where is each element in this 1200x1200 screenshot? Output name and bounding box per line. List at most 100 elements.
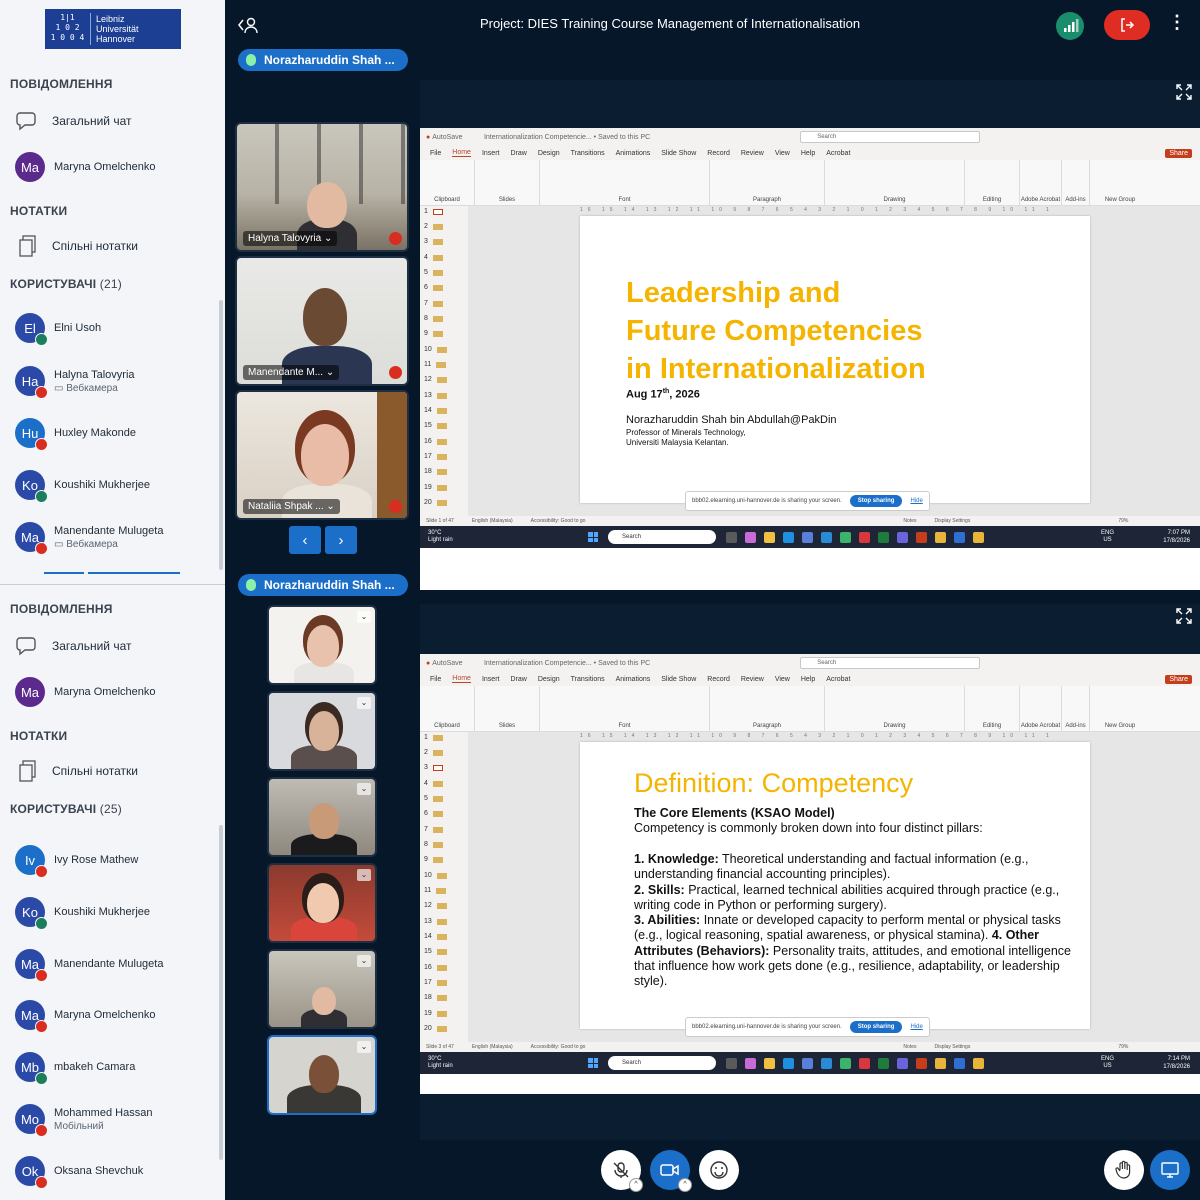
ribbon-group[interactable]: Adobe Acrobat <box>1020 686 1062 731</box>
ppt-tab[interactable]: Help <box>801 150 815 157</box>
hide-banner-link[interactable]: Hide <box>910 498 922 504</box>
windows-start-icon[interactable] <box>588 1058 598 1068</box>
ppt-tab-active[interactable]: Home <box>452 149 471 157</box>
ppt-tab[interactable]: Insert <box>482 676 500 683</box>
language-indicator[interactable]: ENG US <box>1101 1056 1114 1070</box>
tile-menu-button[interactable]: ⌄ <box>357 611 371 623</box>
chrome-icon[interactable] <box>935 1057 946 1069</box>
chrome-icon[interactable] <box>973 1057 984 1069</box>
stop-sharing-button[interactable]: Stop sharing <box>849 1021 903 1033</box>
ribbon-group[interactable]: Clipboard <box>420 686 475 731</box>
connection-status-button[interactable] <box>1056 12 1084 40</box>
camera-button[interactable]: ^ <box>650 1150 692 1192</box>
user-list-item[interactable]: Ko Koushiki Mukherjee <box>10 470 215 503</box>
slide-canvas[interactable]: Definition: Competency The Core Elements… <box>580 742 1090 1029</box>
user-list-item[interactable]: Ha Halyna Talovyria ▭ Вебкамера <box>10 366 215 399</box>
slide-thumbnail[interactable]: 7 <box>424 300 443 307</box>
powerpoint-icon[interactable] <box>916 1057 927 1069</box>
slide-thumbnail[interactable]: 12 <box>424 902 447 909</box>
slide-thumbnail[interactable]: 17 <box>424 979 447 986</box>
ribbon-group[interactable]: Editing <box>965 160 1020 205</box>
slide-thumbnail[interactable]: 16 <box>424 964 447 971</box>
slide-thumbnail[interactable]: 2 <box>424 749 443 756</box>
raise-hand-button[interactable] <box>1104 1150 1144 1190</box>
slide-thumbnail[interactable]: 9 <box>424 330 443 337</box>
chevron-up-icon[interactable]: ^ <box>629 1178 643 1192</box>
slide-thumbnail[interactable]: 14 <box>424 933 447 940</box>
slide-thumbnail[interactable]: 11 <box>424 887 447 894</box>
edge-icon[interactable] <box>783 531 794 543</box>
slide-thumbnail[interactable]: 1 <box>424 208 443 215</box>
ppt-tab[interactable]: Transitions <box>571 676 605 683</box>
excel-icon[interactable] <box>878 531 889 543</box>
slide-thumbnail[interactable]: 4 <box>424 254 443 261</box>
screen-share-button[interactable] <box>1150 1150 1190 1190</box>
app-icon[interactable] <box>802 1057 813 1069</box>
folder-icon[interactable] <box>764 1057 775 1069</box>
user-list-item[interactable]: Mo Mohammed Hassan Мобільний <box>10 1104 215 1137</box>
ppt-tab[interactable]: Acrobat <box>826 676 850 683</box>
app-icon[interactable] <box>840 1057 851 1069</box>
slide-thumbnail[interactable]: 11 <box>424 361 447 368</box>
shared-notes-item[interactable]: Спільні нотатки <box>10 232 215 260</box>
user-list-item[interactable]: El Elni Usoh <box>10 313 215 346</box>
taskbar-search[interactable]: Search <box>608 530 716 544</box>
slide-thumbnail[interactable]: 19 <box>424 1010 447 1017</box>
slide-canvas[interactable]: Leadership and Future Competencies in In… <box>580 216 1090 503</box>
ppt-tab[interactable]: Review <box>741 676 764 683</box>
mute-button[interactable]: ^ <box>601 1150 643 1192</box>
ppt-tab[interactable]: Help <box>801 676 815 683</box>
slide-thumbnail[interactable]: 8 <box>424 841 443 848</box>
weather-widget[interactable]: 30°C Light rain <box>428 530 488 544</box>
ribbon-group[interactable]: Slides <box>475 160 540 205</box>
slide-thumbnail[interactable]: 2 <box>424 223 443 230</box>
slide-thumbnail[interactable]: 10 <box>424 872 447 879</box>
ribbon-group[interactable]: New Group <box>1090 686 1150 731</box>
ribbon-group[interactable]: Font <box>540 686 710 731</box>
folder-icon[interactable] <box>764 531 775 543</box>
app-icon[interactable] <box>726 531 737 543</box>
ribbon-group[interactable]: Add-ins <box>1062 686 1090 731</box>
app-icon[interactable] <box>821 531 832 543</box>
ppt-share-button[interactable]: Share <box>1165 148 1192 158</box>
reactions-button[interactable] <box>699 1150 739 1190</box>
ppt-tab[interactable]: Record <box>707 676 730 683</box>
taskbar-search[interactable]: Search <box>608 1056 716 1070</box>
ppt-search-box[interactable]: Search <box>800 657 981 669</box>
slide-thumbnail[interactable]: 6 <box>424 810 443 817</box>
more-options-button[interactable]: ⋮ <box>1168 12 1186 33</box>
slide-thumbnail[interactable]: 5 <box>424 795 443 802</box>
ribbon-group[interactable]: Drawing <box>825 686 965 731</box>
teams-icon[interactable] <box>897 531 908 543</box>
ppt-tab[interactable]: View <box>775 676 790 683</box>
slide-thumbnail[interactable]: 15 <box>424 948 447 955</box>
ribbon-group[interactable]: Editing <box>965 686 1020 731</box>
slide-thumbnail[interactable]: 9 <box>424 856 443 863</box>
user-list-item[interactable]: Ma Manendante Mulugeta ▭ Вебкамера <box>10 522 215 555</box>
ppt-tab[interactable]: Transitions <box>571 150 605 157</box>
ppt-search-box[interactable]: Search <box>800 131 981 143</box>
ppt-tab[interactable]: Design <box>538 676 560 683</box>
user-list-scrollbar[interactable] <box>219 825 223 1160</box>
tile-menu-button[interactable]: ⌄ <box>357 955 371 967</box>
app-icon[interactable] <box>802 531 813 543</box>
ppt-tab[interactable]: Slide Show <box>661 676 696 683</box>
video-tile[interactable]: ⌄ <box>267 863 377 943</box>
app-icon[interactable] <box>821 1057 832 1069</box>
slide-thumbnail[interactable]: 20 <box>424 1025 447 1032</box>
ppt-tab[interactable]: View <box>775 150 790 157</box>
tile-menu-button[interactable]: ⌄ <box>357 783 371 795</box>
app-icon[interactable] <box>954 1057 965 1069</box>
ribbon-group[interactable]: Slides <box>475 686 540 731</box>
ppt-tab[interactable]: Animations <box>616 676 651 683</box>
user-list-item[interactable]: Ok Oksana Shevchuk <box>10 1156 215 1189</box>
user-list-item[interactable]: Iv Ivy Rose Mathew <box>10 845 215 878</box>
user-list-item[interactable]: Mb mbakeh Camara <box>10 1052 215 1085</box>
ppt-tab[interactable]: Draw <box>510 150 526 157</box>
slide-thumbnail[interactable]: 16 <box>424 438 447 445</box>
slide-thumbnail[interactable]: 18 <box>424 994 447 1001</box>
ppt-tab[interactable]: Slide Show <box>661 150 696 157</box>
user-list-item[interactable]: Ma Manendante Mulugeta <box>10 949 215 982</box>
private-chat-item[interactable]: Ma Maryna Omelchenko <box>10 152 215 182</box>
private-chat-item[interactable]: Ma Maryna Omelchenko <box>10 677 215 707</box>
